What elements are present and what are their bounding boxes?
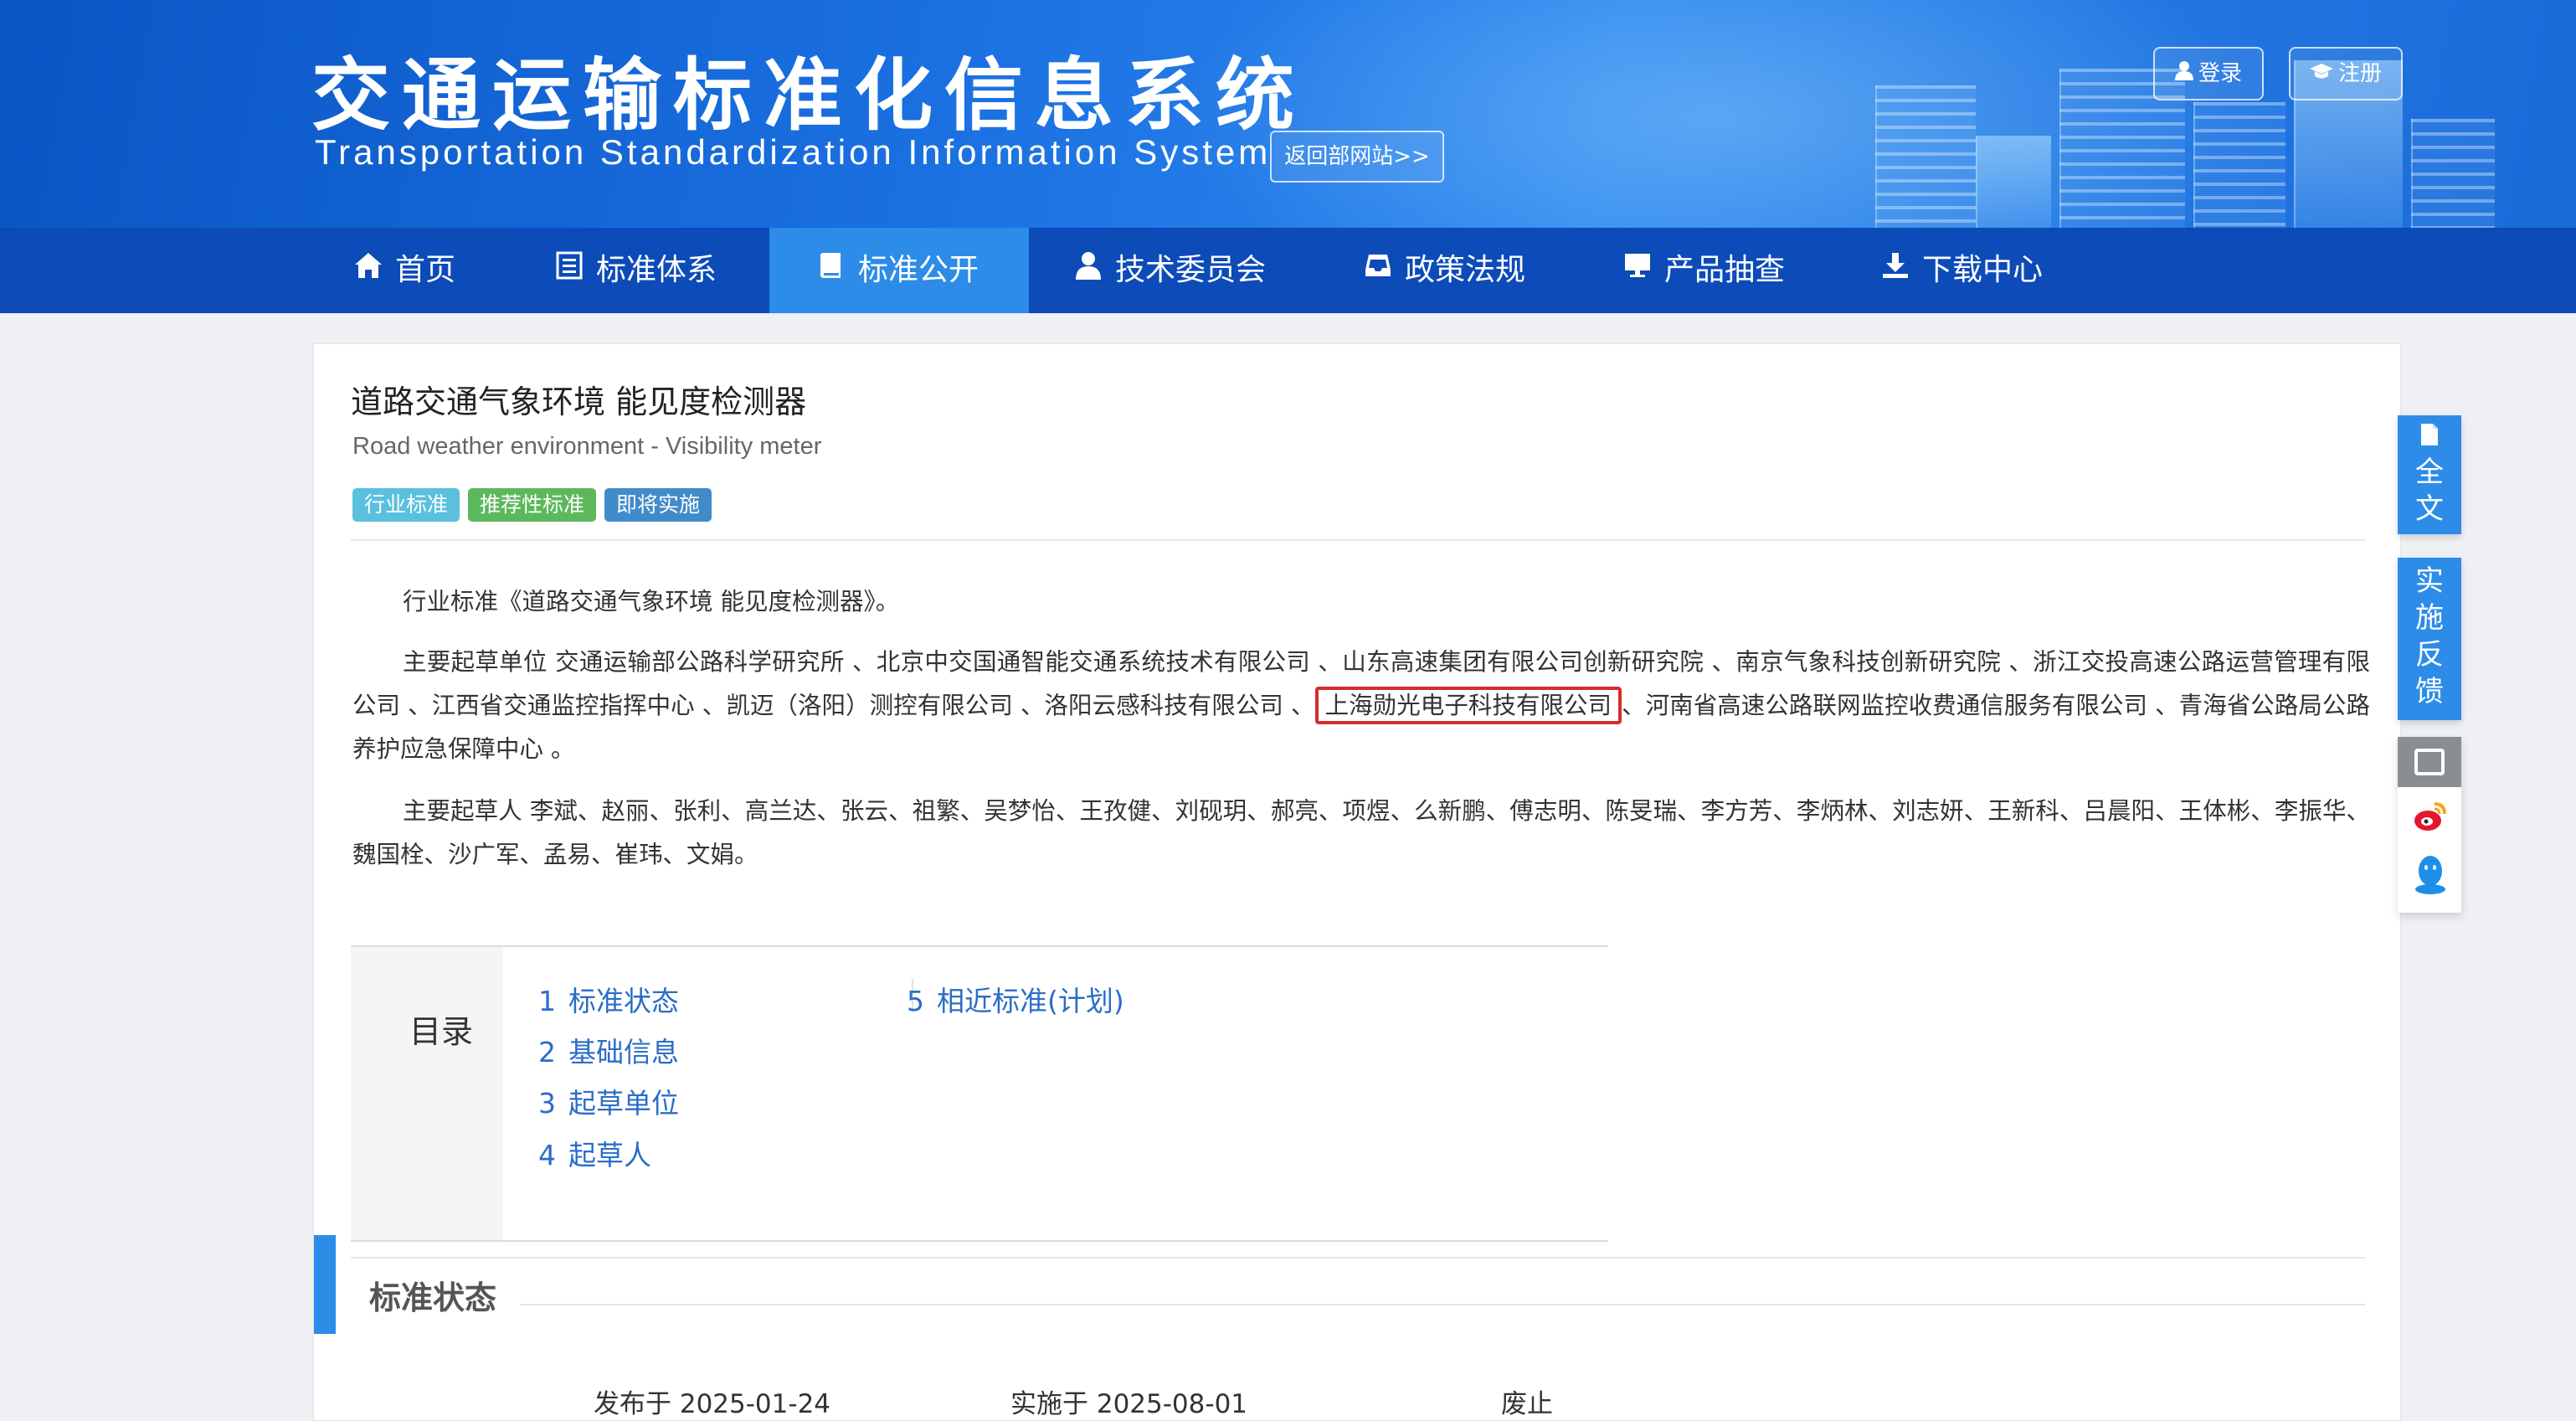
catalog-box: 目录 1 标准状态 2 基础信息 3 起草单位 4 起草人 5 相近标准(计划) [351,945,1608,1242]
divider [351,539,2365,541]
catalog-num: 5 [907,985,924,1017]
catalog-num: 1 [538,985,556,1017]
nav-item-standard-public[interactable]: 标准公开 [769,228,1029,313]
banner-building [2411,119,2495,228]
nav-item-policy[interactable]: 政策法规 [1361,228,1525,313]
catalog-num: 4 [538,1139,556,1171]
catalog-item-drafting-units[interactable]: 3 起草单位 [538,1081,679,1121]
catalog-item-drafters[interactable]: 4 起草人 [538,1133,651,1173]
nav-item-home[interactable]: 首页 [352,228,455,313]
inbox-icon [1361,228,1395,313]
nav-item-standard-system[interactable]: 标准体系 [553,228,717,313]
download-icon [1879,228,1912,313]
book-icon [815,228,848,313]
nav-label: 政策法规 [1405,253,1526,287]
banner-building [1976,136,2051,228]
fulltext-button[interactable]: 全 文 [2398,415,2461,534]
nav-label: 技术委员会 [1115,253,1267,287]
published-date: 发布于 2025-01-24 [594,1389,831,1419]
banner-building [1875,85,1976,228]
standard-intro: 行业标准《道路交通气象环境 能见度检测器》。 [403,588,900,615]
divider [351,1257,2365,1259]
feedback-label: 实 [2415,564,2444,598]
graduation-cap-icon [2309,49,2333,99]
nav-item-download[interactable]: 下载中心 [1879,228,2043,313]
standard-title: 道路交通气象环境 能见度检测器 [351,384,807,420]
feedback-label: 施 [2415,601,2444,635]
weibo-icon[interactable] [2413,799,2448,834]
catalog-item-similar-standards[interactable]: 5 相近标准(计划) [907,979,1124,1019]
abolished-status: 废止 [1501,1389,1553,1419]
catalog-item-label: 标准状态 [568,985,679,1017]
standard-detail-card: 道路交通气象环境 能见度检测器 Road weather environment… [313,343,2401,1421]
share-button[interactable] [2398,737,2461,787]
banner-building [2193,102,2285,228]
nav-label: 下载中心 [1922,253,2044,287]
home-icon [352,228,385,313]
share-icon [2414,749,2445,775]
site-subtitle: Transportation Standardization Informati… [315,132,1272,172]
feedback-label: 反 [2415,638,2444,672]
catalog-item-status[interactable]: 1 标准状态 [538,979,679,1019]
nav-label: 标准公开 [858,253,979,287]
nav-item-tech-committee[interactable]: 技术委员会 [1072,228,1266,313]
nav-label: 产品抽查 [1664,253,1786,287]
standard-title-en: Road weather environment - Visibility me… [352,433,822,460]
feedback-label: 馈 [2415,675,2444,708]
header-banner: 交通运输标准化信息系统 Transportation Standardizati… [0,0,2576,228]
nav-label: 标准体系 [596,253,717,287]
highlighted-drafting-unit: 上海勋光电子科技有限公司 [1314,687,1622,724]
drafting-units: 主要起草单位 交通运输部公路科学研究所 、北京中交国通智能交通系统技术有限公司 … [352,641,2370,771]
catalog-label: 目录 [409,1013,474,1050]
tag-upcoming: 即将实施 [604,488,712,522]
catalog-num: 2 [538,1036,556,1068]
catalog-label-column: 目录 [351,947,503,1240]
catalog-item-label: 基础信息 [568,1036,679,1068]
register-button[interactable]: 注册 [2289,47,2403,100]
back-to-ministry-button[interactable]: 返回部网站>> [1270,131,1444,183]
user-icon [2174,49,2193,99]
section-accent-bar [314,1235,336,1334]
monitor-icon [1621,228,1654,313]
fulltext-label: 全 [2415,456,2444,489]
register-label: 注册 [2337,61,2382,86]
catalog-num: 3 [538,1087,556,1120]
tag-industry-standard: 行业标准 [352,488,460,522]
nav-item-product-check[interactable]: 产品抽查 [1621,228,1785,313]
main-nav: 首页 标准体系 标准公开 技术委员会 政策法规 产品抽查 下载中心 [0,228,2576,313]
feedback-button[interactable]: 实 施 反 馈 [2398,558,2461,720]
login-label: 登录 [2198,61,2242,86]
fulltext-label: 文 [2415,492,2444,526]
list-icon [553,228,586,313]
catalog-item-label: 起草单位 [568,1087,679,1120]
section-divider [520,1304,2365,1305]
catalog-item-basic-info[interactable]: 2 基础信息 [538,1030,679,1070]
catalog-item-label: 相近标准(计划) [937,985,1124,1017]
user-icon [1072,228,1105,313]
share-panel [2398,737,2461,913]
login-button[interactable]: 登录 [2153,47,2264,100]
section-title-status: 标准状态 [369,1279,497,1316]
catalog-item-label: 起草人 [568,1139,651,1171]
standard-tags: 行业标准 推荐性标准 即将实施 [352,488,712,522]
document-icon [2398,415,2461,454]
drafters: 主要起草人 李斌、赵丽、张利、高兰达、张云、祖繁、吴梦怡、王孜健、刘砚玥、郝亮、… [352,797,2370,868]
qq-icon[interactable] [2414,852,2446,896]
nav-label: 首页 [395,253,456,287]
site-title: 交通运输标准化信息系统 [311,50,1307,142]
effective-date: 实施于 2025-08-01 [1010,1389,1248,1419]
tag-recommended-standard: 推荐性标准 [468,488,597,522]
